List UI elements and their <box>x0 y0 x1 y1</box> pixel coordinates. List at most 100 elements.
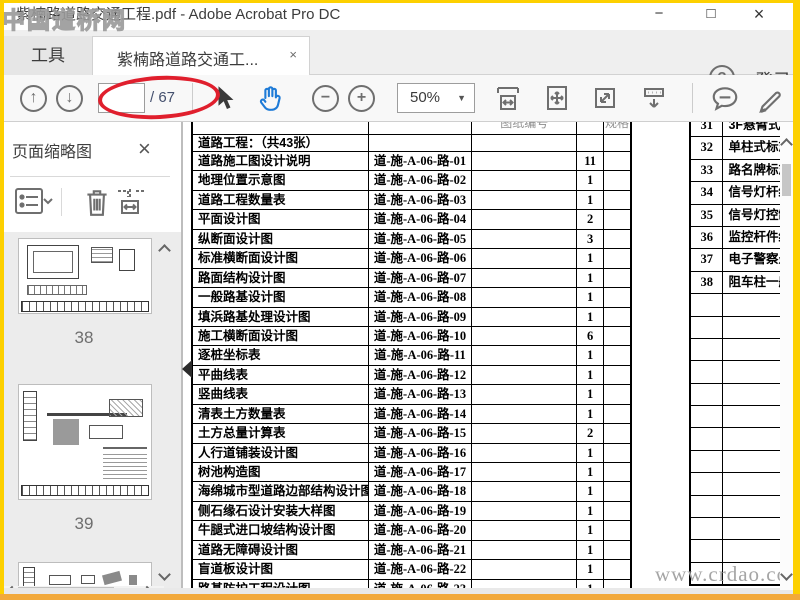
table-cell <box>472 463 578 482</box>
drawing-shape <box>23 391 37 441</box>
zoom-in-button[interactable]: + <box>348 85 375 112</box>
table-cell: 2 <box>577 424 605 443</box>
zoom-out-button[interactable]: − <box>312 85 339 112</box>
fit-width-icon[interactable] <box>494 84 524 114</box>
table-cell <box>604 308 630 326</box>
page-thumbnails-panel: 页面缩略图 × 38 39 <box>4 122 181 595</box>
table-cell <box>604 152 630 170</box>
minimize-button[interactable]: − <box>642 2 676 26</box>
next-page-button[interactable]: ↓ <box>56 85 83 112</box>
table-row: 竖曲线表 道-施-A-06-路-13 1 <box>193 384 630 404</box>
thumbnail-page-39[interactable] <box>18 384 152 500</box>
table-row: 道路工程数量表 道-施-A-06-路-03 1 <box>193 189 630 210</box>
table-row: 图纸编号 规格 <box>193 122 630 134</box>
page-setup-icon[interactable] <box>114 186 148 218</box>
table-cell <box>604 521 630 539</box>
panel-close-icon[interactable]: × <box>138 136 151 162</box>
table-row: 牛腿式进口坡结构设计图 道-施-A-06-路-20 1 <box>193 520 630 540</box>
table-cell <box>604 327 630 345</box>
drawing-shape <box>89 425 123 439</box>
table-cell: 道-施-A-06-路-02 <box>369 171 473 190</box>
trash-icon[interactable] <box>82 186 112 218</box>
hand-tool-icon[interactable] <box>256 83 286 113</box>
acrobat-window: 紫楠路道路交通工程.pdf - Adobe Acrobat Pro DC − □… <box>0 0 800 600</box>
tab-close-icon[interactable]: × <box>289 47 297 62</box>
table-row: 313F悬臂式标志 <box>691 122 793 137</box>
table-cell: 1 <box>577 443 605 462</box>
previous-page-button[interactable]: ↑ <box>20 85 47 112</box>
table-cell: 道-施-A-06-路-14 <box>369 404 473 424</box>
tab-tools[interactable]: 工具 <box>4 36 92 75</box>
table-cell: 平面设计图 <box>193 210 369 229</box>
thumbnail-page-number: 39 <box>74 514 94 533</box>
tab-document[interactable]: 紫楠路道路交通工... × <box>92 36 310 76</box>
actual-size-icon[interactable] <box>591 84 621 114</box>
table-cell: 道-施-A-06-路-12 <box>369 365 473 385</box>
table-cell: 35 <box>691 204 724 226</box>
drawing-shape <box>91 247 113 263</box>
thumbnail-options-icon[interactable] <box>14 186 54 216</box>
table-row: 道路无障碍设计图 道-施-A-06-路-21 1 <box>193 539 630 560</box>
scrolling-mode-icon[interactable] <box>640 84 670 114</box>
document-vscroll-thumb[interactable] <box>782 164 791 196</box>
table-cell <box>691 338 724 361</box>
table-row: 海绵城市型道路边部结构设计图 道-施-A-06-路-18 1 <box>193 481 630 501</box>
table-cell <box>604 385 630 403</box>
highlight-icon[interactable] <box>755 84 785 114</box>
table-cell: 侧石缘石设计安装大样图 <box>193 501 369 521</box>
fit-page-icon[interactable] <box>543 84 573 114</box>
thumbnail-page-38[interactable] <box>18 238 152 314</box>
table-cell <box>472 540 578 560</box>
comment-icon[interactable] <box>710 84 740 114</box>
table-cell: 道-施-A-06-路-08 <box>369 288 473 307</box>
table-row <box>691 449 793 473</box>
table-cell <box>472 501 578 521</box>
toolbar: ↑ ↓ / 67 − + 50% ▼ <box>0 72 800 123</box>
table-cell <box>472 424 578 443</box>
table-cell <box>577 122 605 134</box>
table-cell: 道-施-A-06-路-10 <box>369 326 473 346</box>
drawing-shape <box>102 570 122 586</box>
close-button[interactable]: × <box>742 2 776 26</box>
table-cell: 道-施-A-06-路-20 <box>369 521 473 540</box>
maximize-button[interactable]: □ <box>694 2 728 26</box>
zoom-level-dropdown[interactable]: 50% ▼ <box>397 83 475 113</box>
table-cell: 32 <box>691 137 724 159</box>
table-row: 填浜路基处理设计图 道-施-A-06-路-09 1 <box>193 306 630 326</box>
table-cell: 图纸编号 <box>472 122 578 134</box>
watermark-bottom-right: www.crdao.com <box>655 562 793 586</box>
table-cell <box>691 406 724 428</box>
table-cell <box>691 540 724 562</box>
table-cell: 道-施-A-06-路-21 <box>369 540 473 560</box>
drawing-shape <box>49 575 71 585</box>
table-row: 35信号灯控制接 <box>691 203 793 226</box>
table-cell: 34 <box>691 182 724 204</box>
panel-collapse-arrow[interactable] <box>182 360 192 378</box>
table-row: 逐桩坐标表 道-施-A-06-路-11 1 <box>193 345 630 365</box>
table-cell <box>691 518 724 540</box>
table-row: 施工横断面设计图 道-施-A-06-路-10 6 <box>193 325 630 346</box>
table-cell <box>604 424 630 442</box>
table-cell <box>472 249 578 268</box>
table-row: 34信号灯杆结构 <box>691 181 793 204</box>
table-cell <box>472 404 578 424</box>
table-cell <box>472 307 578 326</box>
table-cell <box>472 268 578 288</box>
frame-border-bottom <box>0 594 800 600</box>
chevron-down-icon: ▼ <box>457 93 466 103</box>
table-row: 纵断面设计图 道-施-A-06-路-05 3 <box>193 228 630 249</box>
table-cell <box>472 152 578 171</box>
watermark-top-left: 中国道桥网 <box>1 6 127 33</box>
table-cell: 道-施-A-06-路-15 <box>369 424 473 443</box>
table-cell <box>472 365 578 385</box>
table-cell: 1 <box>577 521 605 540</box>
table-cell <box>472 326 578 346</box>
table-cell: 1 <box>577 268 605 288</box>
thumbnail-page-40-partial[interactable] <box>18 562 152 588</box>
table-cell: 1 <box>577 190 605 210</box>
drawing-shape <box>53 419 79 445</box>
panel-separator <box>61 188 62 216</box>
table-row <box>691 405 793 428</box>
thumbnail-list: 38 39 <box>4 232 181 588</box>
table-cell: 纵断面设计图 <box>193 229 369 249</box>
